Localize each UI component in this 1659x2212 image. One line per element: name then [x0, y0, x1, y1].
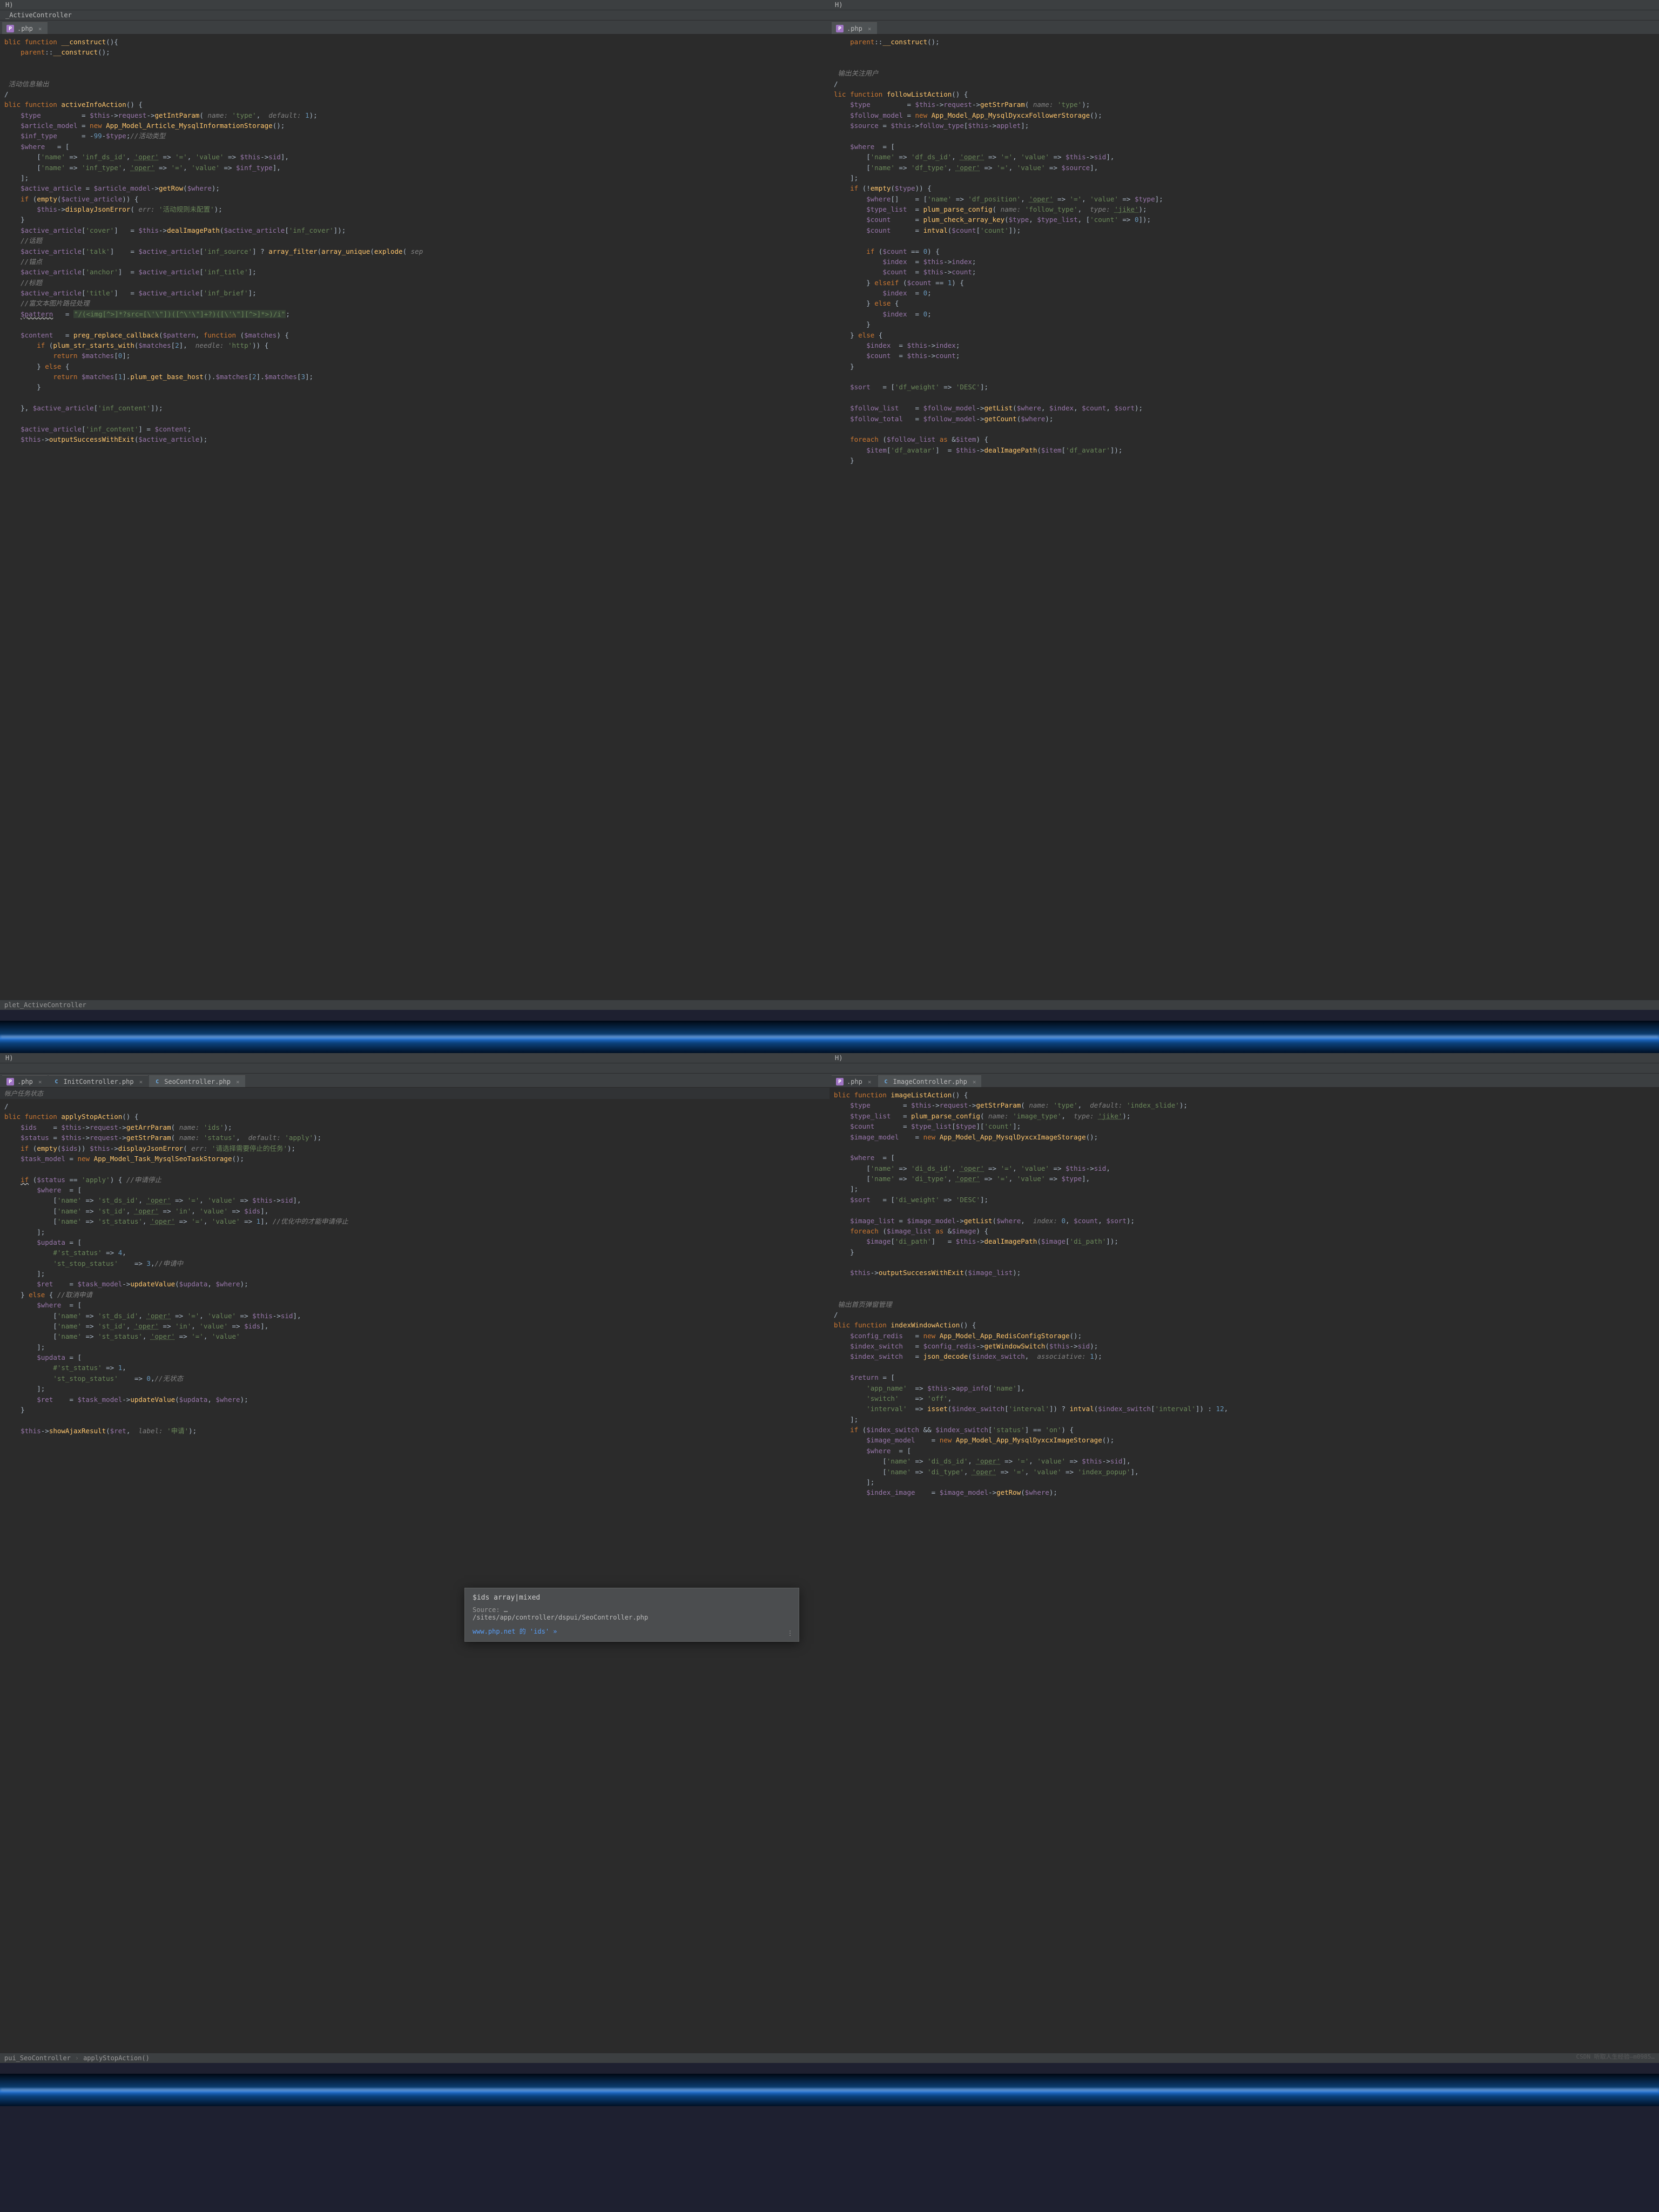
tabbar-1: .php×: [0, 21, 830, 35]
ctrl-file-icon: [882, 1078, 890, 1085]
tab-php-1[interactable]: .php×: [2, 22, 48, 34]
chevron-right-icon: ›: [75, 2054, 79, 2062]
status-bar-1: plet_ActiveController: [0, 1000, 830, 1010]
tab--php[interactable]: .php×: [2, 1075, 48, 1087]
hint-more-icon[interactable]: ⋮: [787, 1629, 793, 1637]
hint-external-link[interactable]: www.php.net 的 'ids' »: [473, 1628, 557, 1635]
editor-pane-3: H) .php×InitController.php×SeoController…: [0, 1053, 830, 2063]
wave-divider-2: [0, 2074, 1659, 2106]
status-bar-2: [830, 1000, 1659, 1010]
wave-divider-1: [0, 1021, 1659, 1053]
code-editor-4[interactable]: blic function imageListAction() { $type …: [830, 1088, 1659, 2053]
breadcrumb-4[interactable]: [830, 1063, 1659, 1074]
status-class[interactable]: pui_SeoController: [4, 2054, 71, 2062]
php-file-icon: [836, 25, 844, 32]
close-icon[interactable]: ×: [236, 1078, 240, 1085]
tab-InitController-php[interactable]: InitController.php×: [49, 1075, 149, 1087]
tabbar-2: .php×: [830, 21, 1659, 35]
ctrl-file-icon: [153, 1078, 161, 1085]
editor-pane-1: H) _ActiveController .php× blic function…: [0, 0, 830, 1010]
php-file-icon: [6, 1078, 14, 1085]
close-icon[interactable]: ×: [868, 25, 872, 32]
tab-php-2[interactable]: .php×: [832, 22, 877, 34]
editor-pane-2: H) .php× parent::__construct(); 输出关注用户 /…: [830, 0, 1659, 1010]
code-editor-1[interactable]: blic function __construct(){ parent::__c…: [0, 35, 830, 1000]
status-bar-4: [830, 2053, 1659, 2063]
breadcrumb-2[interactable]: [830, 10, 1659, 21]
top-menu-hint-3: H): [0, 1053, 830, 1063]
close-icon[interactable]: ×: [38, 25, 42, 32]
close-icon[interactable]: ×: [868, 1078, 872, 1085]
ctrl-file-icon: [53, 1078, 60, 1085]
top-menu-hint-4: H): [830, 1053, 1659, 1063]
doc-comment-3: 帐户任务状态: [0, 1088, 830, 1099]
csdn-watermark: CSDN 听取人生经验—m0985…: [1576, 2052, 1655, 2061]
tab-ImageController-php[interactable]: ImageController.php×: [878, 1075, 982, 1087]
quick-doc-popup[interactable]: $ids array|mixed Source: … /sites/app/co…: [464, 1588, 799, 1642]
close-icon[interactable]: ×: [973, 1078, 976, 1085]
breadcrumb-1[interactable]: _ActiveController: [0, 10, 830, 21]
breadcrumb-3[interactable]: [0, 1063, 830, 1074]
close-icon[interactable]: ×: [139, 1078, 143, 1085]
status-bar-3: pui_SeoController › applyStopAction(): [0, 2053, 830, 2063]
editor-pane-4: H) .php×ImageController.php× blic functi…: [830, 1053, 1659, 2063]
code-editor-3[interactable]: / blic function applyStopAction() { $ids…: [0, 1099, 830, 2053]
top-menu-hint-2: H): [830, 0, 1659, 10]
tabbar-3: .php×InitController.php×SeoController.ph…: [0, 1074, 830, 1088]
tabbar-4: .php×ImageController.php×: [830, 1074, 1659, 1088]
tab-SeoController-php[interactable]: SeoController.php×: [149, 1075, 245, 1087]
hint-source-label: Source:: [473, 1606, 500, 1614]
tab--php[interactable]: .php×: [832, 1075, 877, 1087]
code-editor-2[interactable]: parent::__construct(); 输出关注用户 / lic func…: [830, 35, 1659, 1000]
close-icon[interactable]: ×: [38, 1078, 42, 1085]
php-file-icon: [6, 25, 14, 32]
status-method[interactable]: applyStopAction(): [83, 2054, 150, 2062]
php-file-icon: [836, 1078, 844, 1085]
top-menu-hint: H): [0, 0, 830, 10]
hint-title: $ids array|mixed: [473, 1594, 791, 1602]
